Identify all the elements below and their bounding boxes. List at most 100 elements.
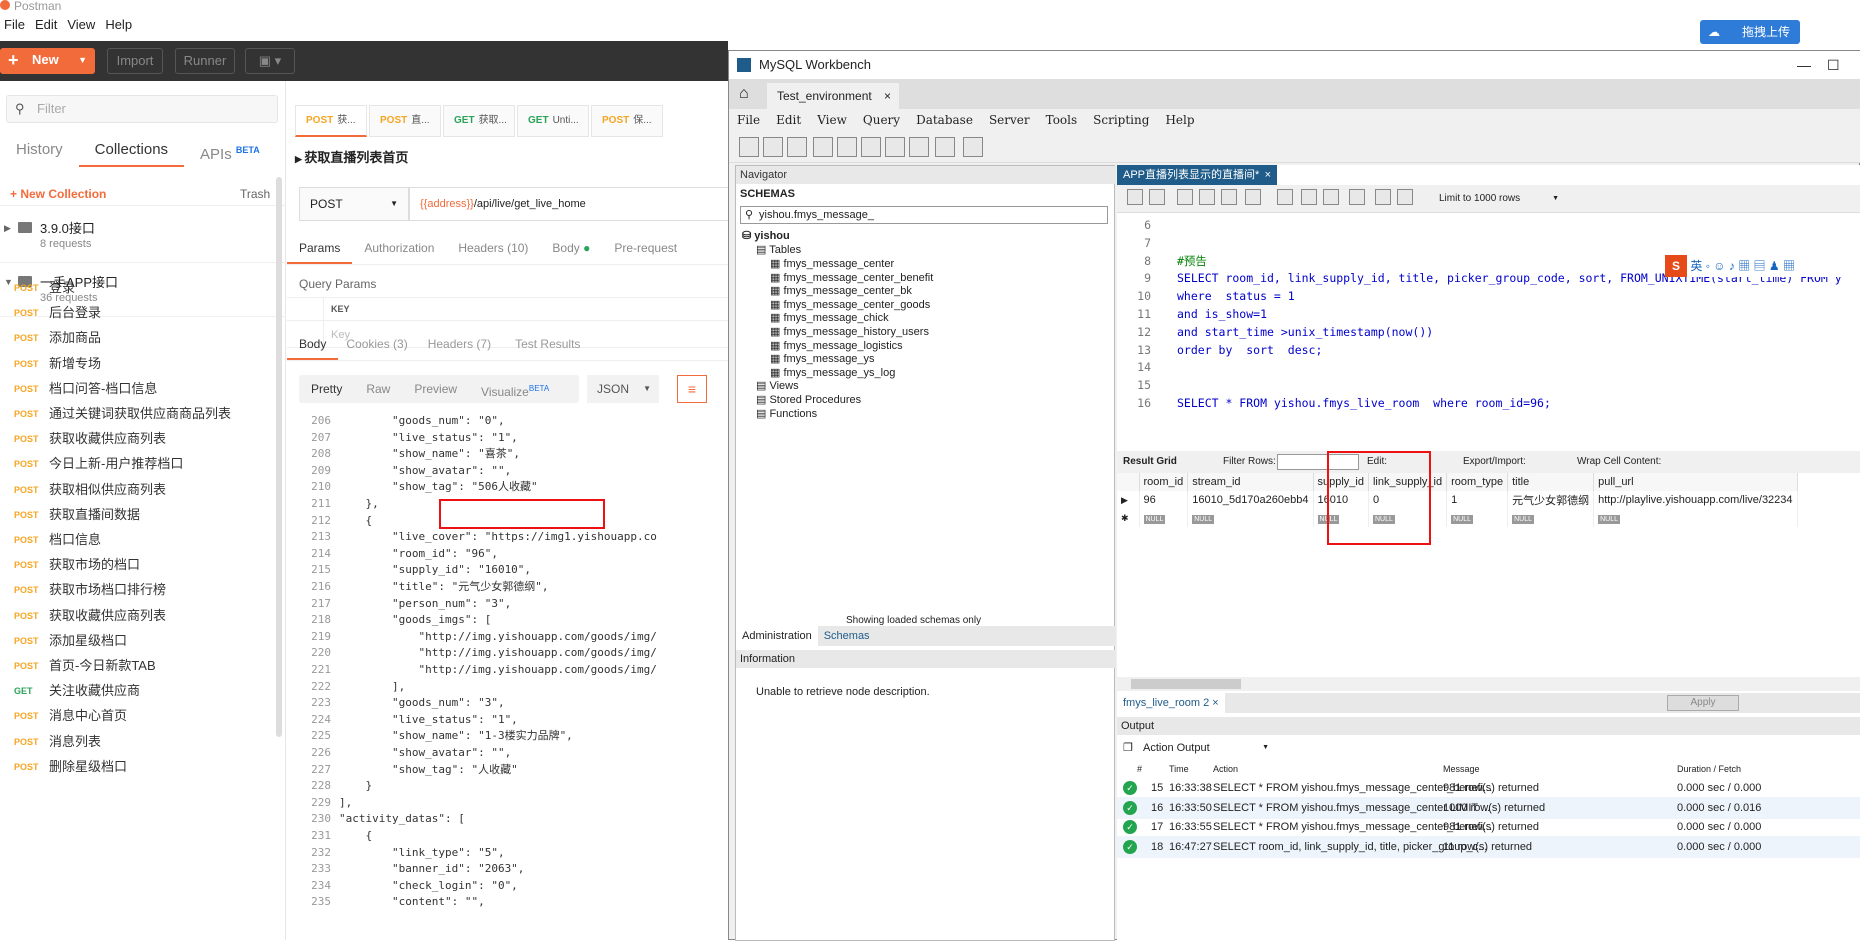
menu-edit[interactable]: Edit	[31, 14, 63, 36]
menu-server[interactable]: Server	[981, 109, 1038, 131]
minimize-icon[interactable]: —	[1797, 51, 1811, 79]
tab-body[interactable]: Body ●	[540, 231, 602, 264]
pretty-button[interactable]: Pretty	[299, 375, 354, 403]
method-select[interactable]: POST ▼	[299, 187, 409, 221]
null-cell[interactable]: NULL	[1187, 509, 1314, 527]
menu-file[interactable]: File	[0, 14, 31, 36]
toolbar-action-icon[interactable]	[963, 137, 983, 157]
null-cell[interactable]: NULL	[1139, 509, 1189, 527]
null-cell[interactable]: NULL	[1507, 509, 1595, 527]
limit-select[interactable]: Limit to 1000 rows ▼	[1435, 189, 1563, 209]
menu-scripting[interactable]: Scripting	[1085, 109, 1157, 131]
query-toolbar-icon[interactable]	[1221, 189, 1237, 205]
query-tab[interactable]: APP直播列表显示的直播间* ×	[1117, 165, 1277, 185]
wrap-lines-icon[interactable]: ≡	[677, 375, 707, 403]
maximize-icon[interactable]: ☐	[1827, 51, 1840, 79]
null-cell[interactable]: NULL	[1368, 509, 1448, 527]
tab-headers[interactable]: Headers (7)	[416, 327, 503, 360]
tab-body[interactable]: Body	[287, 327, 339, 360]
grid-cell[interactable]: 0	[1368, 491, 1448, 509]
menu-database[interactable]: Database	[908, 109, 981, 131]
import-button[interactable]: Import	[107, 48, 163, 74]
schema-filter-input[interactable]: ⚲ yishou.fmys_message_	[740, 206, 1108, 224]
tab-apis[interactable]: APIs BETA	[184, 133, 276, 167]
sql-editor[interactable]: 6 7 8 #预告 9 SELECT room_id, link_supply_id, t…	[1117, 215, 1860, 443]
tab-test-results[interactable]: Test Results	[503, 327, 592, 360]
toolbar-action-icon[interactable]	[909, 137, 929, 157]
request-tab[interactable]: POST 保...	[591, 105, 663, 137]
column-header[interactable]: room_type	[1446, 473, 1509, 491]
column-header[interactable]: pull_url	[1593, 473, 1798, 491]
request-tab[interactable]: POST 获...	[295, 105, 367, 137]
menu-query[interactable]: Query	[855, 109, 908, 131]
tab-result[interactable]: fmys_live_room 2 ×	[1117, 693, 1225, 713]
tab-schemas[interactable]: Schemas	[818, 626, 876, 646]
tab-cookies[interactable]: Cookies (3)	[338, 327, 415, 360]
menu-edit[interactable]: Edit	[768, 109, 809, 131]
grid-cell[interactable]: 元气少女郭德纲	[1507, 491, 1595, 509]
grid-cell[interactable]: 16010_5d170a260ebb4	[1187, 491, 1314, 509]
trash-button[interactable]: Trash	[240, 187, 270, 201]
collection-item[interactable]: ▶ 3.9.0接口 8 requests	[0, 209, 286, 263]
grid-cell[interactable]: 96	[1139, 491, 1189, 509]
filter-input[interactable]: ⚲ Filter	[6, 95, 278, 123]
preview-button[interactable]: Preview	[402, 375, 469, 403]
toolbar-action-icon[interactable]	[935, 137, 955, 157]
column-header[interactable]: stream_id	[1187, 473, 1314, 491]
null-cell[interactable]: NULL	[1313, 509, 1369, 527]
tab-administration[interactable]: Administration	[736, 626, 818, 646]
toolbar-action-icon[interactable]	[739, 137, 759, 157]
filter-rows-input[interactable]	[1277, 454, 1359, 470]
toolbar-action-icon[interactable]	[885, 137, 905, 157]
grid-cell[interactable]: http://playlive.yishouapp.com/live/32234	[1593, 491, 1798, 509]
home-icon[interactable]: ⌂	[739, 85, 749, 103]
tab-collections[interactable]: Collections	[78, 133, 185, 167]
query-toolbar-icon[interactable]	[1323, 189, 1339, 205]
result-scrollbar[interactable]	[1117, 677, 1860, 691]
menu-view[interactable]: View	[809, 109, 855, 131]
query-toolbar-icon[interactable]	[1199, 189, 1215, 205]
apply-button[interactable]: Apply	[1667, 695, 1739, 711]
new-collection-button[interactable]: + New Collection	[10, 187, 106, 201]
query-toolbar-icon[interactable]	[1245, 189, 1261, 205]
sidebar-scrollbar[interactable]	[276, 177, 282, 737]
request-tab[interactable]: GET 获取...	[443, 105, 515, 137]
query-toolbar-icon[interactable]	[1277, 189, 1293, 205]
output-row[interactable]: ✓ 18 16:47:27 SELECT room_id, link_supply_i…	[1117, 835, 1860, 858]
request-tab[interactable]: GET Unti...	[517, 105, 589, 137]
grid-cell[interactable]: 1	[1446, 491, 1509, 509]
column-header[interactable]: link_supply_id	[1368, 473, 1448, 491]
menu-help[interactable]: Help	[101, 14, 138, 36]
null-cell[interactable]: NULL	[1446, 509, 1509, 527]
funcs-folder[interactable]: ▤ Functions	[756, 406, 817, 422]
query-toolbar-icon[interactable]	[1349, 189, 1365, 205]
tab-params[interactable]: Params	[287, 231, 353, 264]
raw-button[interactable]: Raw	[354, 375, 402, 403]
column-header[interactable]: title	[1507, 473, 1595, 491]
query-toolbar-icon[interactable]	[1397, 189, 1413, 205]
column-header[interactable]: supply_id	[1313, 473, 1369, 491]
upload-button[interactable]: ☁ 拖拽上传	[1700, 20, 1800, 44]
query-toolbar-icon[interactable]	[1149, 189, 1165, 205]
menu-file[interactable]: File	[729, 109, 768, 131]
request-item[interactable]: POST 删除星级档口	[0, 752, 280, 782]
tab-history[interactable]: History	[0, 133, 79, 167]
query-toolbar-icon[interactable]	[1375, 189, 1391, 205]
toolbar-action-icon[interactable]	[813, 137, 833, 157]
url-input[interactable]: {{address}}/api/live/get_live_home	[409, 187, 739, 221]
menu-help[interactable]: Help	[1157, 109, 1202, 131]
query-toolbar-icon[interactable]	[1127, 189, 1143, 205]
tab-authorization[interactable]: Authorization	[352, 231, 446, 264]
menu-tools[interactable]: Tools	[1038, 109, 1086, 131]
query-toolbar-icon[interactable]	[1301, 189, 1317, 205]
grid-cell[interactable]: 16010	[1313, 491, 1369, 509]
tab-test-environment[interactable]: Test_environment ×	[767, 83, 899, 109]
action-output-select[interactable]: ❐ Action Output ▼	[1123, 739, 1273, 757]
tab-headers[interactable]: Headers (10)	[446, 231, 540, 264]
new-button[interactable]: + New ▼	[0, 48, 95, 74]
format-select[interactable]: JSON ▼	[587, 375, 659, 403]
column-header[interactable]: room_id	[1139, 473, 1189, 491]
toolbar-action-icon[interactable]	[787, 137, 807, 157]
toolbar-action-icon[interactable]	[763, 137, 783, 157]
request-tab[interactable]: POST 直...	[369, 105, 441, 137]
